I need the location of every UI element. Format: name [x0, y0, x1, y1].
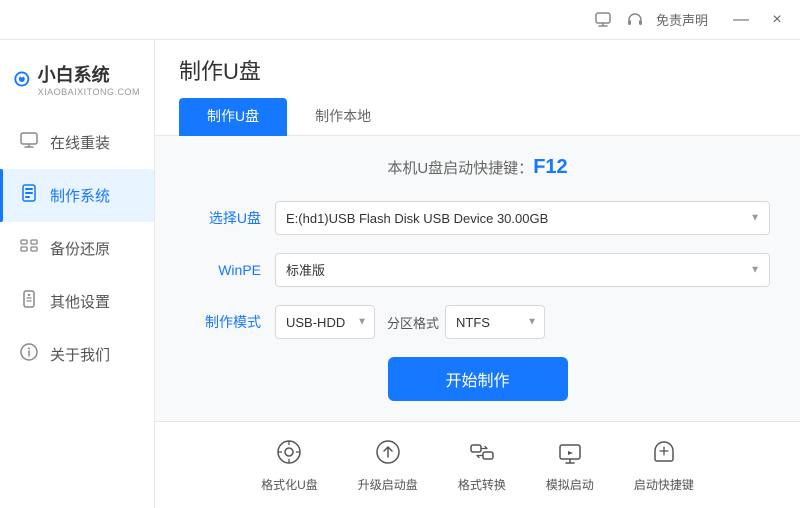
upgrade-boot-label: 升级启动盘	[358, 476, 418, 493]
start-button[interactable]: 开始制作	[388, 357, 568, 401]
tab-make-local[interactable]: 制作本地	[287, 98, 399, 136]
online-reinstall-icon	[18, 130, 40, 155]
bottom-tool-upgrade-boot[interactable]: 升级启动盘	[358, 438, 418, 493]
format-convert-label: 格式转换	[458, 476, 506, 493]
mode-label: 制作模式	[185, 312, 275, 332]
bottom-tool-format-convert[interactable]: 格式转换	[458, 438, 506, 493]
usb-select[interactable]: E:(hd1)USB Flash Disk USB Device 30.00GB	[275, 201, 770, 235]
mode-select[interactable]: USB-HDD USB-ZIP USB-FDD	[275, 305, 375, 339]
bottom-toolbar: 格式化U盘 升级启动盘	[155, 421, 800, 508]
sidebar-item-label: 在线重装	[50, 132, 110, 153]
bottom-tool-boot-shortcut[interactable]: 启动快捷键	[634, 438, 694, 493]
upgrade-boot-icon	[374, 438, 402, 470]
logo-title: 小白系统	[38, 61, 140, 87]
winpe-select-label: WinPE	[185, 262, 275, 278]
sidebar: 小白系统 XIAOBAIXITONG.COM 在线重装	[0, 40, 155, 508]
sidebar-item-label: 备份还原	[50, 238, 110, 259]
winpe-select-wrapper: 标准版 高级版 ▼	[275, 253, 770, 287]
other-settings-icon	[18, 289, 40, 314]
form-content: 本机U盘启动快捷键：F12 选择U盘 E:(hd1)USB Flash Disk…	[155, 136, 800, 421]
logo-text-area: 小白系统 XIAOBAIXITONG.COM	[38, 61, 140, 97]
free-label[interactable]: 免责声明	[656, 10, 708, 29]
usb-select-wrapper: E:(hd1)USB Flash Disk USB Device 30.00GB…	[275, 201, 770, 235]
make-system-icon	[18, 183, 40, 208]
mode-row: 制作模式 USB-HDD USB-ZIP USB-FDD ▼ 分区格式	[185, 305, 770, 339]
shortcut-hint-text: 本机U盘启动快捷键：	[387, 160, 533, 177]
format-convert-icon	[468, 438, 496, 470]
partition-select[interactable]: NTFS FAT32 exFAT	[445, 305, 545, 339]
bottom-tool-format-usb[interactable]: 格式化U盘	[261, 438, 318, 493]
sidebar-item-label: 制作系统	[50, 185, 110, 206]
content-area: 制作U盘 制作U盘 制作本地 本机U盘启动快捷键：F12 选择U盘 E:(hd1…	[155, 40, 800, 508]
winpe-select-row: WinPE 标准版 高级版 ▼	[185, 253, 770, 287]
boot-shortcut-label: 启动快捷键	[634, 476, 694, 493]
sidebar-item-label: 关于我们	[50, 344, 110, 365]
active-indicator	[0, 169, 3, 222]
sidebar-item-make-system[interactable]: 制作系统	[0, 169, 154, 222]
shortcut-key: F12	[533, 156, 567, 178]
about-us-icon	[18, 342, 40, 367]
simulate-boot-icon	[556, 438, 584, 470]
content-header: 制作U盘 制作U盘 制作本地	[155, 40, 800, 136]
headset-icon[interactable]	[624, 9, 646, 31]
usb-select-label: 选择U盘	[185, 208, 275, 228]
sidebar-item-online-reinstall[interactable]: 在线重装	[0, 116, 154, 169]
format-usb-icon	[275, 438, 303, 470]
mode-select-wrapper: USB-HDD USB-ZIP USB-FDD ▼	[275, 305, 375, 339]
user-icon[interactable]	[592, 9, 614, 31]
logo-subtitle: XIAOBAIXITONG.COM	[38, 87, 140, 97]
sidebar-item-backup-restore[interactable]: 备份还原	[0, 222, 154, 275]
tabs: 制作U盘 制作本地	[179, 98, 776, 135]
partition-format-item: 分区格式 NTFS FAT32 exFAT ▼	[387, 305, 545, 339]
winpe-select[interactable]: 标准版 高级版	[275, 253, 770, 287]
page-title: 制作U盘	[179, 54, 776, 86]
close-button[interactable]: ×	[764, 7, 790, 33]
title-bar-right: 免责声明 — ×	[592, 7, 790, 33]
tab-make-usb[interactable]: 制作U盘	[179, 98, 287, 136]
app-body: 小白系统 XIAOBAIXITONG.COM 在线重装	[0, 40, 800, 508]
bottom-tool-simulate-boot[interactable]: 模拟启动	[546, 438, 594, 493]
usb-select-row: 选择U盘 E:(hd1)USB Flash Disk USB Device 30…	[185, 201, 770, 235]
sidebar-item-label: 其他设置	[50, 291, 110, 312]
title-bar: 免责声明 — ×	[0, 0, 800, 40]
minimize-button[interactable]: —	[728, 7, 754, 33]
logo-area: 小白系统 XIAOBAIXITONG.COM	[0, 50, 154, 116]
simulate-boot-label: 模拟启动	[546, 476, 594, 493]
boot-shortcut-icon	[650, 438, 678, 470]
logo-icon	[14, 58, 30, 100]
sidebar-item-about-us[interactable]: 关于我们	[0, 328, 154, 381]
partition-select-wrapper: NTFS FAT32 exFAT ▼	[445, 305, 545, 339]
format-usb-label: 格式化U盘	[261, 476, 318, 493]
backup-restore-icon	[18, 236, 40, 261]
shortcut-hint: 本机U盘启动快捷键：F12	[185, 156, 770, 179]
sidebar-item-other-settings[interactable]: 其他设置	[0, 275, 154, 328]
mode-select-group: USB-HDD USB-ZIP USB-FDD ▼ 分区格式 NTFS FAT3…	[275, 305, 770, 339]
partition-label: 分区格式	[387, 313, 439, 332]
